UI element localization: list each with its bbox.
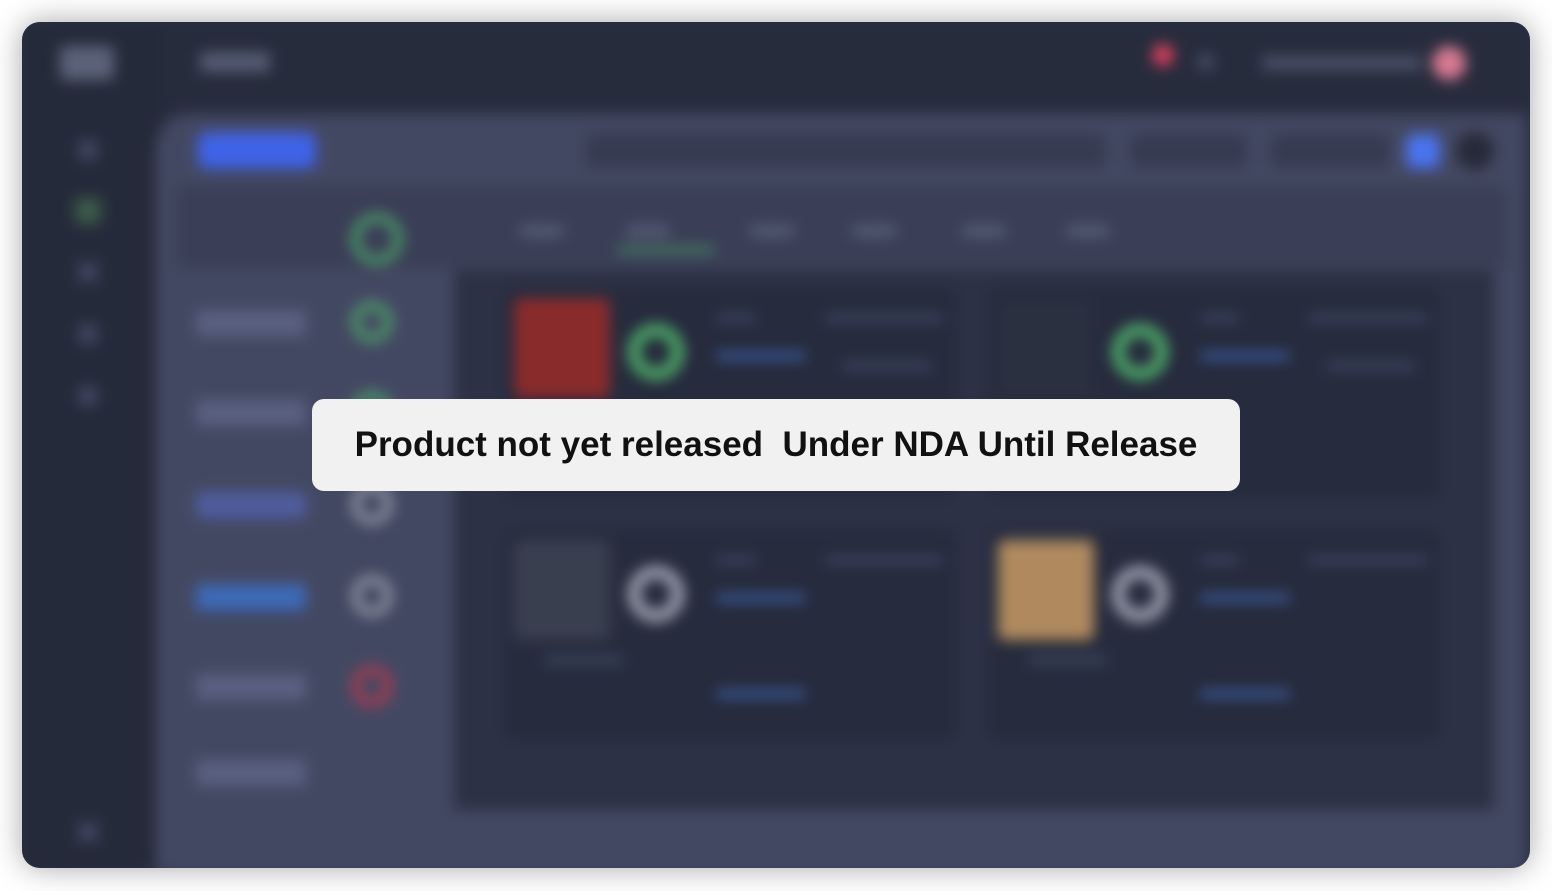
text-line: [1200, 690, 1290, 698]
person-photo: [998, 298, 1094, 398]
help-icon[interactable]: [1198, 54, 1214, 70]
status-ring: [352, 302, 392, 342]
people-cards: [454, 270, 1494, 810]
more-button[interactable]: [1456, 132, 1494, 170]
text-line: [1200, 594, 1290, 602]
status-ring: [352, 666, 392, 706]
text-line: [716, 352, 806, 360]
text-line: [716, 556, 756, 564]
notification-icon[interactable]: [1152, 44, 1174, 66]
page-title: [200, 52, 270, 72]
active-tab-indicator: [618, 248, 714, 252]
nav-people-icon[interactable]: [75, 198, 101, 224]
nav-home-icon[interactable]: [78, 140, 98, 160]
list-item[interactable]: [196, 310, 306, 336]
avatar[interactable]: [1432, 46, 1466, 80]
person-photo: [514, 298, 610, 398]
score-ring: [628, 566, 684, 622]
score-ring: [1112, 566, 1168, 622]
search-input[interactable]: [586, 134, 1106, 168]
company-list: [176, 270, 454, 800]
tab[interactable]: [962, 226, 1006, 236]
text-line: [716, 314, 756, 322]
text-line: [1326, 362, 1416, 370]
nav-bottom-icon[interactable]: [78, 822, 98, 842]
text-line: [824, 314, 944, 322]
text-line: [1308, 556, 1428, 564]
tab[interactable]: [520, 226, 564, 236]
summary-ring: [352, 214, 402, 264]
text-line: [1200, 314, 1240, 322]
person-photo: [514, 540, 610, 640]
nav-chart-icon[interactable]: [78, 262, 98, 282]
add-button[interactable]: [1406, 134, 1440, 168]
person-card[interactable]: [504, 530, 956, 740]
list-item[interactable]: [196, 674, 306, 700]
status-ring: [352, 576, 392, 616]
top-bar: [162, 22, 1530, 110]
nda-banner: Product not yet released Under NDA Until…: [312, 399, 1240, 491]
score-ring: [1112, 324, 1168, 380]
tab[interactable]: [626, 226, 670, 236]
tab[interactable]: [1066, 226, 1110, 236]
person-card[interactable]: [988, 530, 1440, 740]
new-button[interactable]: [198, 132, 316, 168]
text-line: [824, 556, 944, 564]
list-item[interactable]: [196, 492, 306, 518]
text-line: [1200, 352, 1290, 360]
score-ring: [628, 324, 684, 380]
list-item[interactable]: [196, 584, 306, 610]
text-line: [716, 594, 806, 602]
text-line: [1028, 656, 1108, 664]
text-line: [716, 690, 806, 698]
filter-dropdown[interactable]: [1131, 134, 1247, 168]
main-panel: [156, 114, 1526, 868]
text-line: [1308, 314, 1428, 322]
nda-message: Product not yet released Under NDA Until…: [354, 425, 1198, 464]
app-logo-icon[interactable]: [60, 46, 114, 80]
text-line: [842, 362, 932, 370]
list-item[interactable]: [196, 760, 306, 786]
nav-calendar-icon[interactable]: [78, 324, 98, 344]
tab[interactable]: [750, 226, 794, 236]
list-item[interactable]: [196, 400, 306, 426]
sort-dropdown[interactable]: [1271, 134, 1389, 168]
user-name: [1262, 56, 1422, 70]
nav-settings-icon[interactable]: [78, 386, 98, 406]
sidebar: [22, 22, 162, 868]
tab[interactable]: [852, 226, 896, 236]
person-photo: [998, 540, 1094, 640]
text-line: [544, 656, 624, 664]
text-line: [1200, 556, 1240, 564]
